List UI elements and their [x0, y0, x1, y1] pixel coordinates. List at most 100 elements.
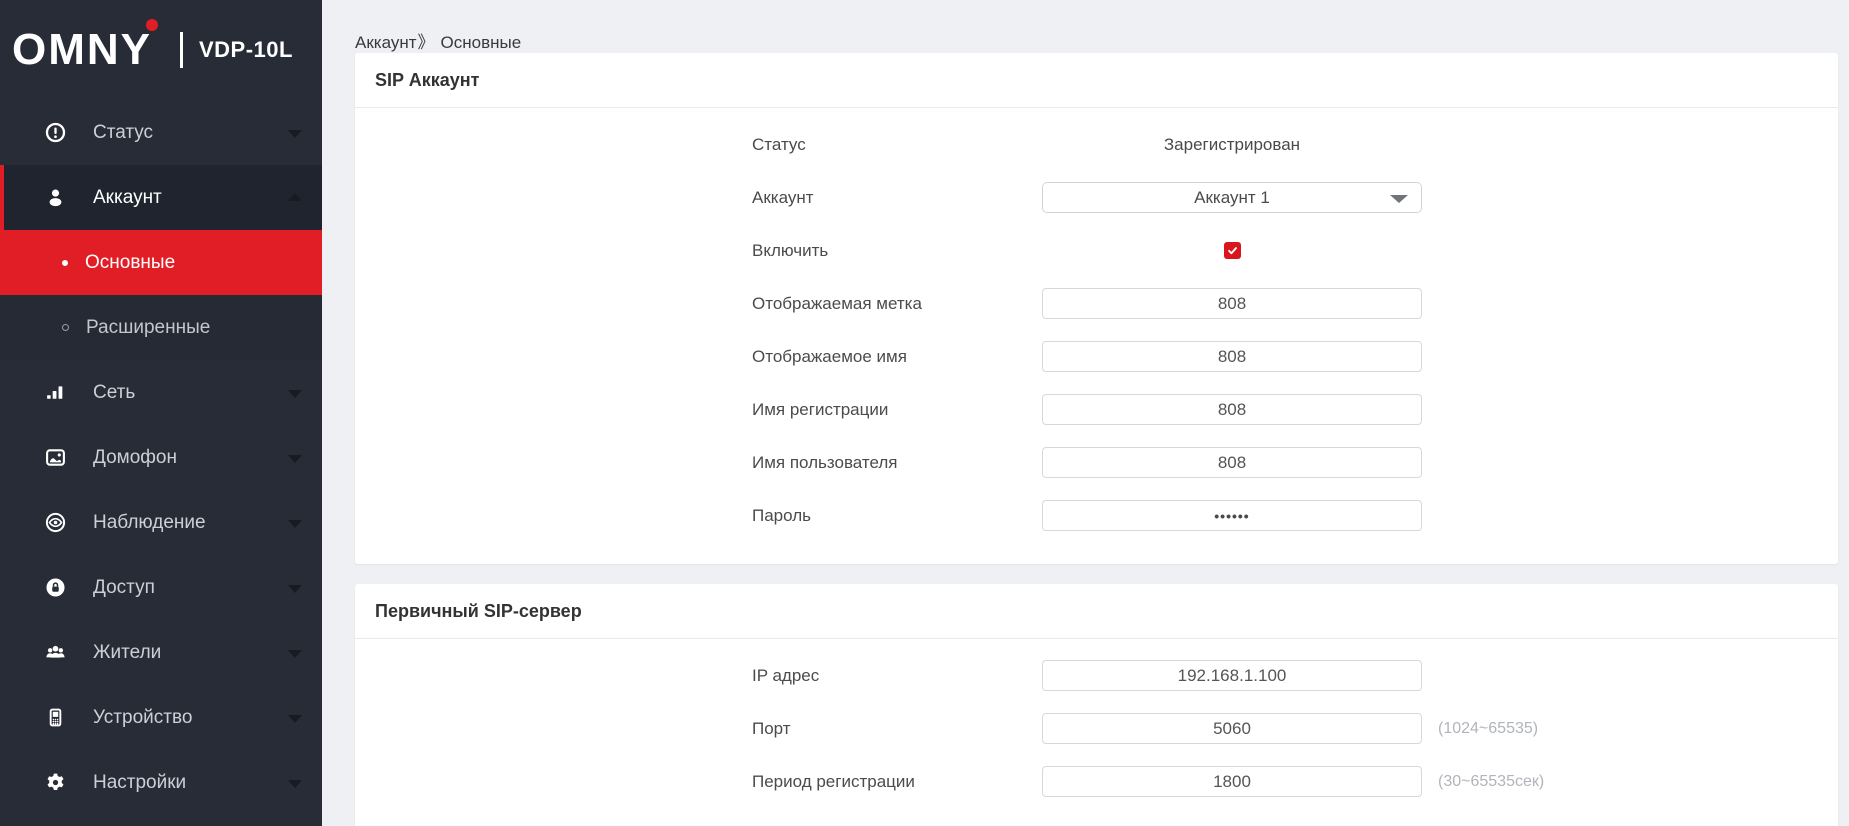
- sidebar-item-label: Доступ: [93, 577, 155, 599]
- sidebar-item-label: Устройство: [93, 707, 192, 729]
- display-label-input[interactable]: [1042, 288, 1422, 319]
- logo-red-dot: [146, 19, 158, 31]
- register-period-input[interactable]: [1042, 766, 1422, 797]
- status-alert-icon: [45, 122, 66, 143]
- device-model: VDP-10L: [199, 37, 293, 63]
- submenu-bullet-icon: [62, 324, 69, 331]
- sidebar-item-residents[interactable]: Жители: [0, 620, 322, 685]
- chevron-down-icon: [288, 650, 302, 658]
- submenu-item-advanced[interactable]: Расширенные: [0, 295, 322, 360]
- account-select-value: Аккаунт 1: [1194, 188, 1270, 208]
- sip-account-card: SIP Аккаунт Статус Зарегистрирован Аккау…: [355, 53, 1838, 564]
- sidebar-item-access[interactable]: Доступ: [0, 555, 322, 620]
- brand-logo: OMNY: [12, 28, 152, 72]
- status-value: Зарегистрирован: [1164, 135, 1300, 155]
- user-name-row: Имя пользователя: [355, 436, 1838, 489]
- device-phone-icon: [45, 707, 66, 728]
- account-select[interactable]: Аккаунт 1: [1042, 182, 1422, 213]
- field-label: Включить: [752, 241, 1042, 261]
- password-row: Пароль: [355, 489, 1838, 542]
- logo-block: OMNY VDP-10L: [0, 0, 322, 100]
- user-name-input[interactable]: [1042, 447, 1422, 478]
- field-label: Имя регистрации: [752, 400, 1042, 420]
- chevron-down-icon: [288, 520, 302, 528]
- field-label: IP адрес: [752, 666, 1042, 686]
- field-label: Статус: [752, 135, 1042, 155]
- submenu-account: Основные Расширенные: [0, 230, 322, 360]
- port-row: Порт (1024~65535): [355, 702, 1838, 755]
- breadcrumb-separator: 》: [418, 33, 435, 52]
- chevron-down-icon: [288, 390, 302, 398]
- register-name-row: Имя регистрации: [355, 383, 1838, 436]
- ip-address-row: IP адрес: [355, 649, 1838, 702]
- select-caret-down-icon: [1390, 195, 1408, 203]
- main-content: Аккаунт》Основные SIP Аккаунт Статус Заре…: [322, 0, 1849, 826]
- register-period-hint: (30~65535сек): [1438, 773, 1544, 791]
- field-label: Порт: [752, 719, 1042, 739]
- field-label: Отображаемое имя: [752, 347, 1042, 367]
- field-label: Пароль: [752, 506, 1042, 526]
- chevron-up-icon: [288, 193, 302, 201]
- register-name-input[interactable]: [1042, 394, 1422, 425]
- display-name-input[interactable]: [1042, 341, 1422, 372]
- sidebar-item-network[interactable]: Сеть: [0, 360, 322, 425]
- account-row: Аккаунт Аккаунт 1: [355, 171, 1838, 224]
- submenu-item-basic[interactable]: Основные: [0, 230, 322, 295]
- sidebar-menu: Статус Аккаунт Основные Расширенные Сеть…: [0, 100, 322, 815]
- breadcrumb-current: Основные: [441, 33, 522, 52]
- password-input[interactable]: [1042, 500, 1422, 531]
- settings-gear-icon: [45, 772, 66, 793]
- ip-address-input[interactable]: [1042, 660, 1422, 691]
- sidebar-item-account[interactable]: Аккаунт: [0, 165, 322, 230]
- breadcrumb: Аккаунт》 Основные: [322, 0, 1849, 53]
- sidebar-item-label: Домофон: [93, 447, 177, 469]
- section-title: Первичный SIP-сервер: [375, 601, 582, 622]
- port-input[interactable]: [1042, 713, 1422, 744]
- sidebar-item-label: Наблюдение: [93, 512, 206, 534]
- sidebar-item-status[interactable]: Статус: [0, 100, 322, 165]
- section-title: SIP Аккаунт: [375, 70, 479, 91]
- residents-people-icon: [45, 642, 66, 663]
- sip-account-card-header: SIP Аккаунт: [355, 53, 1838, 108]
- chevron-down-icon: [288, 780, 302, 788]
- primary-sip-server-card-header: Первичный SIP-сервер: [355, 584, 1838, 639]
- sidebar: OMNY VDP-10L Статус Аккаунт Основные Рас…: [0, 0, 322, 826]
- sidebar-item-intercom[interactable]: Домофон: [0, 425, 322, 490]
- access-lock-icon: [45, 577, 66, 598]
- logo-divider: [180, 32, 183, 68]
- sidebar-item-label: Аккаунт: [93, 187, 162, 209]
- intercom-image-icon: [45, 447, 66, 468]
- network-signal-icon: [45, 382, 66, 403]
- field-label: Имя пользователя: [752, 453, 1042, 473]
- sidebar-item-label: Настройки: [93, 772, 186, 794]
- sidebar-item-label: Статус: [93, 122, 153, 144]
- sidebar-item-label: Сеть: [93, 382, 135, 404]
- enable-row: Включить: [355, 224, 1838, 277]
- primary-sip-server-form: IP адрес Порт (1024~65535) Период регист…: [355, 639, 1838, 826]
- submenu-item-label: Основные: [85, 252, 175, 274]
- sidebar-item-device[interactable]: Устройство: [0, 685, 322, 750]
- field-label: Отображаемая метка: [752, 294, 1042, 314]
- sidebar-item-label: Жители: [93, 642, 161, 664]
- sidebar-item-settings[interactable]: Настройки: [0, 750, 322, 815]
- register-period-row: Период регистрации (30~65535сек): [355, 755, 1838, 808]
- status-row: Статус Зарегистрирован: [355, 118, 1838, 171]
- submenu-item-label: Расширенные: [86, 317, 210, 339]
- field-label: Аккаунт: [752, 188, 1042, 208]
- primary-sip-server-card: Первичный SIP-сервер IP адрес Порт (1024…: [355, 584, 1838, 826]
- account-person-icon: [45, 187, 66, 208]
- enable-checkbox[interactable]: [1224, 242, 1241, 259]
- port-hint: (1024~65535): [1438, 720, 1538, 738]
- display-label-row: Отображаемая метка: [355, 277, 1838, 330]
- sidebar-item-surveillance[interactable]: Наблюдение: [0, 490, 322, 555]
- chevron-down-icon: [288, 715, 302, 723]
- chevron-down-icon: [288, 455, 302, 463]
- brand-logo-text: OMNY: [12, 25, 152, 74]
- chevron-down-icon: [288, 585, 302, 593]
- submenu-bullet-icon: [62, 260, 68, 266]
- breadcrumb-parent[interactable]: Аккаунт: [355, 33, 417, 52]
- sip-account-form: Статус Зарегистрирован Аккаунт Аккаунт 1…: [355, 108, 1838, 564]
- surveillance-eye-icon: [45, 512, 66, 533]
- display-name-row: Отображаемое имя: [355, 330, 1838, 383]
- chevron-down-icon: [288, 130, 302, 138]
